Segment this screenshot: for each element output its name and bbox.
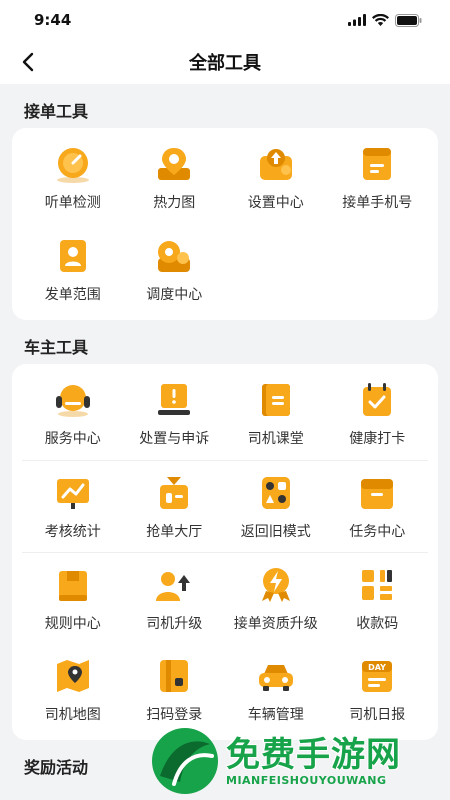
tool-back-old-mode[interactable]: 返回旧模式 <box>225 461 327 552</box>
tool-assessment-stats[interactable]: 考核统计 <box>22 461 124 552</box>
tool-scan-login[interactable]: 扫码登录 <box>124 644 226 736</box>
calendar-check-icon <box>363 383 392 416</box>
status-time: 9:44 <box>34 11 72 29</box>
section-title-owner-tools: 车主工具 <box>24 338 89 357</box>
gauge-icon <box>56 148 89 183</box>
wifi-icon <box>372 14 389 26</box>
tool-label: 返回旧模式 <box>240 523 311 540</box>
map-icon <box>56 660 89 692</box>
tool-label: 司机地图 <box>44 707 101 723</box>
page-title: 全部工具 <box>189 53 261 74</box>
tool-row: 考核统计 抢单大厅 返回旧模式 任务中心 <box>22 460 428 552</box>
nav-bar: 全部工具 <box>0 40 450 84</box>
tool-handling-appeal[interactable]: 处置与申诉 <box>124 368 226 460</box>
tool-label: 调度中心 <box>146 287 203 303</box>
tool-row: 发单范围 调度中心 <box>22 224 428 316</box>
tool-label: 任务中心 <box>349 523 406 540</box>
order-tools-card: 听单检测 热力图 设置中心 接单手机号 发单范围 调度中心 <box>12 128 438 320</box>
tool-task-center[interactable]: 任务中心 <box>327 461 429 552</box>
tool-driver-map[interactable]: 司机地图 <box>22 644 124 736</box>
tool-row: 听单检测 热力图 设置中心 接单手机号 <box>22 132 428 224</box>
tool-dispatch-range[interactable]: 发单范围 <box>22 224 124 316</box>
chart-board-icon <box>56 478 89 509</box>
upgrade-icon <box>156 571 191 601</box>
task-folder-icon <box>361 478 394 509</box>
settings-icon <box>259 149 292 180</box>
mode-switch-icon <box>261 476 290 509</box>
tool-label: 服务中心 <box>44 431 101 447</box>
person-card-icon <box>59 240 86 272</box>
tool-row: 规则中心 司机升级 接单资质升级 收款码 <box>22 552 428 644</box>
tool-dispatch-center[interactable]: 调度中心 <box>124 224 226 316</box>
tool-label: 发单范围 <box>44 287 101 303</box>
location-pin-icon <box>158 148 191 180</box>
tool-payment-code[interactable]: 收款码 <box>327 553 429 644</box>
tool-label: 考核统计 <box>44 523 101 540</box>
tool-heatmap[interactable]: 热力图 <box>124 132 226 224</box>
day-report-icon: DAY <box>362 661 393 692</box>
section-title-order-tools: 接单工具 <box>24 102 89 121</box>
tool-label: 规则中心 <box>44 615 101 632</box>
watermark-subtitle: MIANFEISHOUYOUWANG <box>226 773 387 787</box>
scan-login-icon <box>160 660 189 692</box>
tool-label: 扫码登录 <box>146 707 203 723</box>
tool-order-phone[interactable]: 接单手机号 <box>327 132 429 224</box>
owner-tools-card: 服务中心 处置与申诉 司机课堂 健康打卡 考核统计 抢单大厅 返回旧模式 任务中… <box>12 364 438 740</box>
tool-label: 抢单大厅 <box>146 523 203 540</box>
tool-label: 接单手机号 <box>342 195 413 211</box>
book-icon <box>261 384 290 416</box>
badge-bolt-icon <box>261 567 290 602</box>
tool-label: 接单资质升级 <box>233 615 318 632</box>
status-icons <box>348 13 422 27</box>
watermark: 免费手游网 MIANFEISHOUYOUWANG <box>150 726 446 796</box>
tool-vehicle-management[interactable]: 车辆管理 <box>225 644 327 736</box>
tool-qualification-upgrade[interactable]: 接单资质升级 <box>225 553 327 644</box>
alert-screen-icon <box>158 384 191 415</box>
tool-driver-upgrade[interactable]: 司机升级 <box>124 553 226 644</box>
tool-label: 司机日报 <box>349 707 406 723</box>
tool-driver-class[interactable]: 司机课堂 <box>225 368 327 460</box>
tool-label: 听单检测 <box>44 195 101 211</box>
car-icon <box>258 665 293 691</box>
tool-service-center[interactable]: 服务中心 <box>22 368 124 460</box>
tool-row: 司机地图 扫码登录 车辆管理 DAY 司机日报 <box>22 644 428 736</box>
tool-health-checkin[interactable]: 健康打卡 <box>327 368 429 460</box>
tool-driver-daily-report[interactable]: DAY 司机日报 <box>327 644 429 736</box>
tool-row: 服务中心 处置与申诉 司机课堂 健康打卡 <box>22 368 428 460</box>
tool-listen-check[interactable]: 听单检测 <box>22 132 124 224</box>
tool-label: 车辆管理 <box>247 707 304 723</box>
tool-label: 收款码 <box>356 615 399 632</box>
phone-card-icon <box>363 148 392 180</box>
status-bar: 9:44 <box>0 0 450 40</box>
rule-box-icon <box>58 570 87 601</box>
tool-label: 司机课堂 <box>247 431 304 447</box>
dispatch-icon <box>158 241 191 272</box>
signal-icon <box>348 14 366 26</box>
headset-icon <box>55 385 90 417</box>
tool-label: 处置与申诉 <box>139 431 210 447</box>
watermark-title: 免费手游网 <box>226 734 401 775</box>
grab-order-icon <box>160 476 189 509</box>
qr-code-icon <box>362 569 393 600</box>
tool-grab-hall[interactable]: 抢单大厅 <box>124 461 226 552</box>
svg-text:DAY: DAY <box>368 663 386 672</box>
tool-label: 健康打卡 <box>349 431 406 447</box>
chevron-left-icon <box>22 52 34 72</box>
tool-label: 司机升级 <box>146 615 203 632</box>
watermark-logo <box>152 728 218 794</box>
back-button[interactable] <box>14 48 42 76</box>
tool-label: 热力图 <box>153 195 196 211</box>
battery-icon <box>395 13 422 27</box>
tool-label: 设置中心 <box>247 195 304 211</box>
tool-settings-center[interactable]: 设置中心 <box>225 132 327 224</box>
tool-rule-center[interactable]: 规则中心 <box>22 553 124 644</box>
